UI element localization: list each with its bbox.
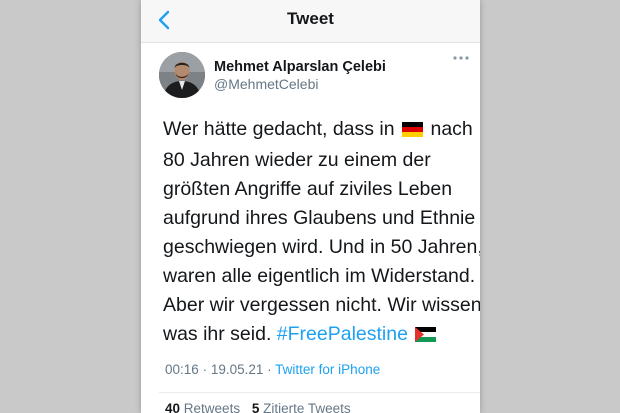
more-horizontal-icon[interactable] (451, 51, 471, 63)
tweet-screen: Tweet Mehmet Alparslan Çelebi @MehmetCel… (141, 0, 480, 413)
tweet-line: 80 Jahren wieder zu einem der (163, 149, 431, 171)
tweet-line: Wer hätte gedacht, dass in nach (163, 115, 478, 146)
tweet-time: 00:16 (165, 362, 199, 377)
retweets-stat[interactable]: 40 Retweets (165, 401, 240, 413)
retweets-label: Retweets (183, 401, 241, 413)
author-handle[interactable]: @MehmetCelebi (214, 76, 318, 92)
author-name[interactable]: Mehmet Alparslan Çelebi (214, 59, 386, 75)
tweet-line: waren alle eigentlich im Widerstand. (163, 265, 476, 287)
tweet-line: größten Angriffe auf ziviles Leben (163, 178, 453, 200)
quotes-label: Zitierte Tweets (263, 401, 351, 413)
tweet-date: 19.05.21 (210, 362, 264, 377)
quotes-count: 5 (251, 401, 260, 413)
top-navigation-bar: Tweet (141, 0, 480, 43)
meta-separator: · (202, 362, 208, 377)
divider (159, 392, 480, 393)
tweet-line: Aber wir vergessen nicht. Wir wissen (163, 294, 480, 316)
meta-separator: · (267, 362, 272, 377)
tweet-text-segment: was ihr seid. (163, 323, 272, 345)
tweet-line: geschwiegen wird. Und in 50 Jahren, (163, 236, 480, 258)
quotes-stat[interactable]: 5 Zitierte Tweets (252, 401, 351, 413)
avatar[interactable] (159, 52, 205, 98)
tweet-source-link[interactable]: Twitter for iPhone (275, 362, 380, 377)
hashtag-link[interactable]: #FreePalestine (277, 323, 408, 345)
tweet-text-segment: nach (430, 118, 473, 140)
page-title: Tweet (287, 9, 334, 28)
tweet-line: aufgrund ihres Glaubens und Ethnie (163, 207, 476, 229)
tweet-text: Wer hätte gedacht, dass in nach 80 Jahre… (163, 115, 480, 351)
german-flag-icon (402, 117, 424, 146)
retweets-count: 40 (165, 401, 181, 413)
tweet-line: was ihr seid. #FreePalestine (163, 320, 478, 351)
tweet-text-segment: Wer hätte gedacht, dass in (163, 118, 395, 140)
tweet-stats: 40 Retweets 5 Zitierte Tweets (165, 401, 351, 413)
tweet-meta: 00:16 · 19.05.21 · Twitter for iPhone (165, 362, 380, 377)
palestinian-flag-icon (415, 322, 437, 351)
